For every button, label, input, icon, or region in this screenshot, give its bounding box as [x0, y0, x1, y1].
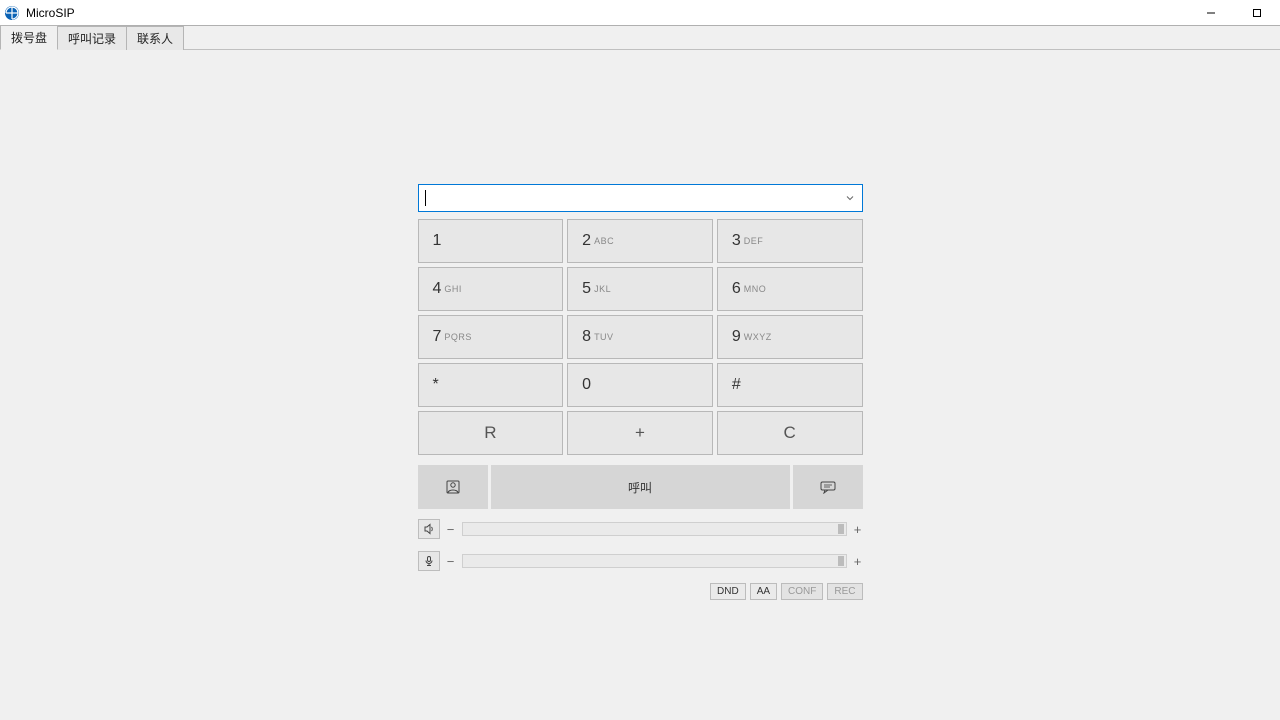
key-digit: R — [484, 423, 496, 443]
key-digit: 4 — [433, 280, 442, 298]
key-digit: 6 — [732, 280, 741, 298]
key-8[interactable]: 8TUV — [567, 315, 713, 359]
number-input[interactable] — [426, 191, 844, 206]
key-clear[interactable]: C — [717, 411, 863, 455]
key-2[interactable]: 2ABC — [567, 219, 713, 263]
call-button[interactable]: 呼叫 — [491, 465, 790, 509]
message-button[interactable] — [793, 465, 863, 509]
key-1[interactable]: 1 — [418, 219, 564, 263]
key-letters: PQRS — [444, 332, 472, 342]
key-6[interactable]: 6MNO — [717, 267, 863, 311]
minimize-button[interactable] — [1188, 0, 1234, 25]
key-digit: 3 — [732, 232, 741, 250]
mic-volume-row: − + — [418, 551, 863, 571]
rec-toggle[interactable]: REC — [827, 583, 862, 600]
key-digit: 9 — [732, 328, 741, 346]
key-4[interactable]: 4GHI — [418, 267, 564, 311]
slider-thumb[interactable] — [838, 556, 844, 566]
tab-call-log[interactable]: 呼叫记录 — [57, 26, 127, 50]
key-digit: 1 — [433, 232, 442, 250]
tab-dialpad[interactable]: 拨号盘 — [0, 25, 58, 50]
key-0[interactable]: 0 — [567, 363, 713, 407]
keypad: 1 2ABC 3DEF 4GHI 5JKL 6MNO 7PQRS 8TUV 9W… — [418, 219, 863, 455]
key-digit: 0 — [582, 376, 591, 394]
dialer-panel: 1 2ABC 3DEF 4GHI 5JKL 6MNO 7PQRS 8TUV 9W… — [418, 184, 863, 600]
key-letters: MNO — [744, 284, 767, 294]
title-bar: MicroSIP — [0, 0, 1280, 26]
speaker-toggle[interactable] — [418, 519, 440, 539]
key-letters: WXYZ — [744, 332, 772, 342]
key-letters: ABC — [594, 236, 614, 246]
app-icon — [4, 5, 20, 21]
mic-toggle[interactable] — [418, 551, 440, 571]
key-digit: C — [784, 423, 796, 443]
key-9[interactable]: 9WXYZ — [717, 315, 863, 359]
maximize-button[interactable] — [1234, 0, 1280, 25]
key-3[interactable]: 3DEF — [717, 219, 863, 263]
key-7[interactable]: 7PQRS — [418, 315, 564, 359]
key-5[interactable]: 5JKL — [567, 267, 713, 311]
speaker-icon — [423, 523, 435, 535]
call-button-label: 呼叫 — [628, 479, 652, 496]
key-letters: JKL — [594, 284, 611, 294]
key-redial[interactable]: R — [418, 411, 564, 455]
key-digit: 7 — [433, 328, 442, 346]
mic-volume-slider[interactable] — [462, 554, 847, 568]
speaker-volume-slider[interactable] — [462, 522, 847, 536]
tab-contacts[interactable]: 联系人 — [126, 26, 184, 50]
key-plus[interactable]: + — [567, 411, 713, 455]
key-hash[interactable]: # — [717, 363, 863, 407]
mic-vol-plus[interactable]: + — [853, 554, 863, 569]
content-area: 1 2ABC 3DEF 4GHI 5JKL 6MNO 7PQRS 8TUV 9W… — [0, 50, 1280, 720]
mic-vol-minus[interactable]: − — [446, 554, 456, 569]
speaker-vol-plus[interactable]: + — [853, 522, 863, 537]
key-star[interactable]: * — [418, 363, 564, 407]
toggle-row: DND AA CONF REC — [418, 583, 863, 600]
dnd-toggle[interactable]: DND — [710, 583, 746, 600]
key-digit: 2 — [582, 232, 591, 250]
key-digit: + — [635, 423, 645, 443]
key-digit: 8 — [582, 328, 591, 346]
window-title: MicroSIP — [26, 6, 75, 20]
tab-strip: 拨号盘 呼叫记录 联系人 — [0, 26, 1280, 50]
number-combobox[interactable] — [418, 184, 863, 212]
key-digit: 5 — [582, 280, 591, 298]
video-icon — [444, 480, 462, 494]
key-letters: GHI — [444, 284, 462, 294]
call-row: 呼叫 — [418, 465, 863, 509]
aa-toggle[interactable]: AA — [750, 583, 777, 600]
key-digit: * — [433, 376, 439, 394]
key-digit: # — [732, 376, 741, 394]
video-call-button[interactable] — [418, 465, 488, 509]
conf-toggle[interactable]: CONF — [781, 583, 823, 600]
message-icon — [819, 480, 837, 494]
slider-thumb[interactable] — [838, 524, 844, 534]
speaker-volume-row: − + — [418, 519, 863, 539]
key-letters: TUV — [594, 332, 614, 342]
microphone-icon — [423, 555, 435, 567]
key-letters: DEF — [744, 236, 764, 246]
chevron-down-icon[interactable] — [844, 194, 856, 202]
speaker-vol-minus[interactable]: − — [446, 522, 456, 537]
